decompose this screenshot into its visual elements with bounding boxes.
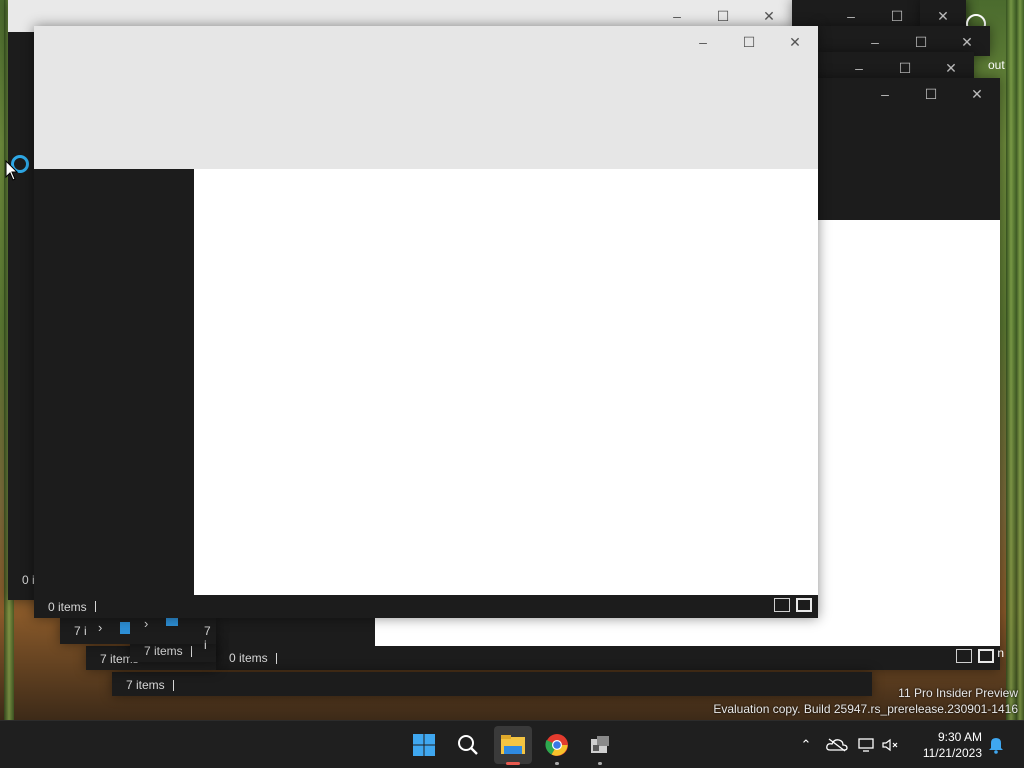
folder-icon — [120, 622, 130, 634]
chevron-up-icon[interactable]: ⌃ — [796, 737, 816, 753]
caption-buttons: – ☐ ✕ — [680, 26, 818, 58]
running-app-indicator — [555, 762, 559, 765]
status-item-count: 7 items — [126, 678, 165, 692]
status-item-count: 0 items — [229, 651, 268, 665]
status-item-count: 7 i — [74, 624, 87, 638]
large-icons-view-icon[interactable] — [796, 598, 812, 612]
partial-text: n — [997, 646, 1004, 660]
start-icon[interactable] — [408, 729, 440, 761]
nav-pane — [8, 140, 28, 580]
wallpaper-bamboo — [1016, 0, 1024, 720]
maximize-icon[interactable]: ☐ — [726, 26, 772, 58]
onedrive-icon[interactable] — [826, 738, 848, 752]
status-item-count: 7 i — [204, 624, 211, 652]
minimize-icon[interactable]: – — [680, 26, 726, 58]
large-icons-view-icon[interactable] — [978, 649, 994, 663]
view-toggle — [956, 649, 994, 663]
watermark-build: Evaluation copy. Build 25947.rs_prerelea… — [713, 702, 1018, 716]
details-view-icon[interactable] — [956, 649, 972, 663]
status-bar: 0 items — [34, 595, 818, 618]
chevron-right-icon[interactable]: › — [144, 616, 148, 631]
status-bar: 7 items — [112, 674, 872, 696]
network-icon[interactable] — [858, 738, 876, 752]
status-item-count: 7 items — [144, 644, 183, 658]
search-icon[interactable] — [452, 729, 484, 761]
clock-time: 9:30 AM — [937, 730, 982, 744]
pc-icon — [166, 618, 178, 626]
chevron-right-icon[interactable]: › — [98, 620, 102, 635]
app-icon[interactable] — [584, 729, 616, 765]
status-separator — [172, 679, 174, 691]
status-item-count: 0 i — [22, 573, 35, 587]
close-icon[interactable]: ✕ — [954, 78, 1000, 110]
minimize-icon[interactable]: – — [862, 78, 908, 110]
maximize-icon[interactable]: ☐ — [908, 78, 954, 110]
system-tray: ⌃ — [796, 721, 900, 768]
status-bar: 0 items — [215, 646, 1000, 670]
mouse-cursor-icon — [5, 160, 19, 181]
explorer-window-back-6[interactable]: 7 items — [112, 672, 872, 696]
volume-muted-icon[interactable] — [882, 738, 900, 752]
active-app-indicator — [506, 762, 520, 765]
running-app-indicator — [598, 762, 602, 765]
content-pane[interactable] — [194, 169, 818, 595]
clock-date: 11/21/2023 — [922, 746, 982, 760]
watermark-edition: 11 Pro Insider Preview — [898, 686, 1018, 700]
file-explorer-icon[interactable] — [494, 726, 532, 765]
taskbar: ⌃ 9:30 AM 11/21/2023 — [0, 720, 1024, 768]
clock[interactable]: 9:30 AM 11/21/2023 — [910, 729, 982, 761]
partial-desktop-text: out — [988, 58, 1005, 72]
close-icon[interactable]: ✕ — [772, 26, 818, 58]
status-separator — [275, 652, 277, 664]
status-item-count: 0 items — [48, 599, 87, 614]
notification-bell-icon[interactable] — [988, 736, 1004, 754]
view-toggle — [774, 598, 812, 612]
explorer-window-back-9[interactable]: 7 i › › 7 i — [60, 616, 216, 652]
caption-buttons: – ☐ ✕ — [862, 78, 1000, 110]
details-view-icon[interactable] — [774, 598, 790, 612]
status-separator — [94, 601, 96, 612]
status-separator — [190, 645, 192, 657]
wallpaper-bamboo — [1006, 0, 1016, 720]
chrome-icon[interactable] — [541, 729, 573, 765]
explorer-window-front[interactable]: – ☐ ✕ 0 items — [34, 26, 818, 618]
navigation-pane[interactable] — [34, 169, 194, 595]
